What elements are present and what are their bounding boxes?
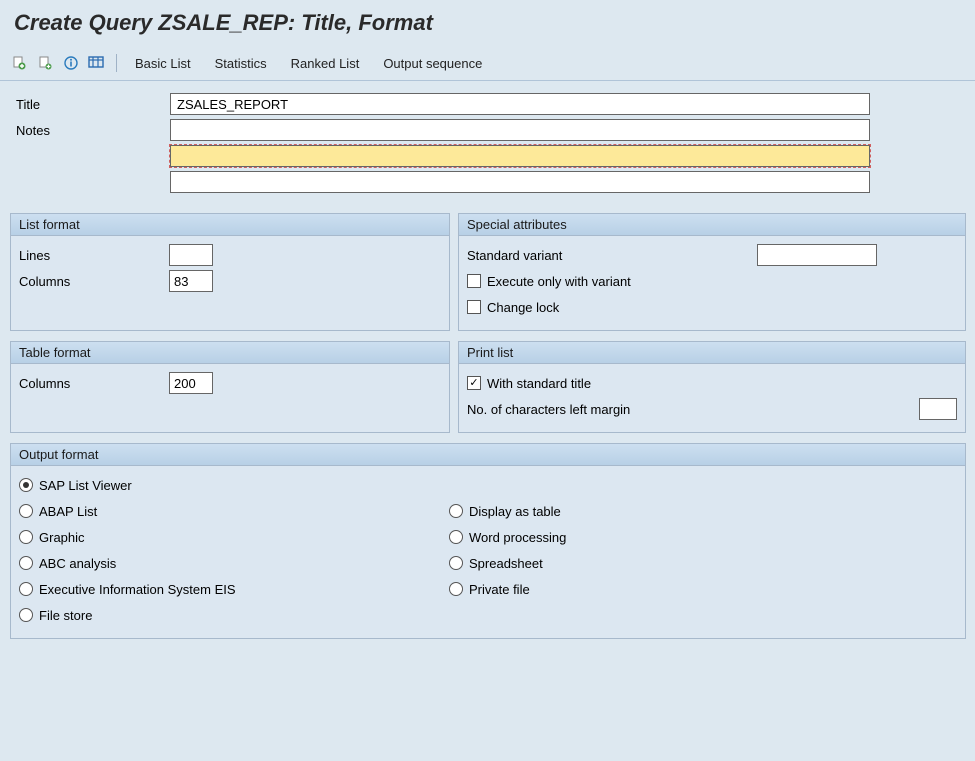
change-lock-checkbox[interactable] [467, 300, 481, 314]
tf-columns-label: Columns [19, 376, 169, 391]
output-label: Private file [469, 582, 530, 597]
panels-grid: List format Lines Columns Special attrib… [0, 213, 975, 639]
list-format-panel: List format Lines Columns [10, 213, 450, 331]
with-std-title-checkbox[interactable]: ✓ [467, 376, 481, 390]
toolbar: Basic List Statistics Ranked List Output… [0, 50, 975, 81]
notes-input-3[interactable] [170, 171, 870, 193]
basic-list-button[interactable]: Basic List [125, 54, 201, 73]
output-radio-word[interactable] [449, 530, 463, 544]
statistics-button[interactable]: Statistics [205, 54, 277, 73]
print-list-panel: Print list ✓ With standard title No. of … [458, 341, 966, 433]
lf-columns-label: Columns [19, 274, 169, 289]
output-label: Spreadsheet [469, 556, 543, 571]
output-label: ABAP List [39, 504, 97, 519]
left-margin-input[interactable] [919, 398, 957, 420]
table-format-panel: Table format Columns [10, 341, 450, 433]
list-format-header: List format [11, 214, 449, 236]
output-radio-spreadsheet[interactable] [449, 556, 463, 570]
output-radio-eis[interactable] [19, 582, 33, 596]
output-format-panel: Output format SAP List Viewer ABAP List … [10, 443, 966, 639]
output-radio-private-file[interactable] [449, 582, 463, 596]
lines-label: Lines [19, 248, 169, 263]
output-radio-file-store[interactable] [19, 608, 33, 622]
print-list-header: Print list [459, 342, 965, 364]
std-variant-label: Standard variant [467, 248, 757, 263]
output-label: ABC analysis [39, 556, 116, 571]
lf-columns-input[interactable] [169, 270, 213, 292]
left-margin-label: No. of characters left margin [467, 402, 757, 417]
output-label: Graphic [39, 530, 85, 545]
form-area: Title Notes [0, 81, 975, 213]
notes-label: Notes [10, 123, 170, 138]
output-label: Executive Information System EIS [39, 582, 236, 597]
notes-input-2[interactable] [170, 145, 870, 167]
output-radio-sap-list-viewer[interactable] [19, 478, 33, 492]
notes-input-1[interactable] [170, 119, 870, 141]
info-icon[interactable] [60, 52, 82, 74]
output-label: Display as table [469, 504, 561, 519]
special-attributes-panel: Special attributes Standard variant Exec… [458, 213, 966, 331]
create-doc-icon[interactable] [34, 52, 56, 74]
output-radio-abap-list[interactable] [19, 504, 33, 518]
output-radio-abc[interactable] [19, 556, 33, 570]
page-title: Create Query ZSALE_REP: Title, Format [0, 0, 975, 50]
special-attributes-header: Special attributes [459, 214, 965, 236]
create-icon[interactable] [8, 52, 30, 74]
ranked-list-button[interactable]: Ranked List [281, 54, 370, 73]
output-label: File store [39, 608, 92, 623]
output-sequence-button[interactable]: Output sequence [373, 54, 492, 73]
exec-only-label: Execute only with variant [487, 274, 631, 289]
layout-icon[interactable] [86, 52, 108, 74]
change-lock-label: Change lock [487, 300, 559, 315]
title-label: Title [10, 97, 170, 112]
with-std-title-label: With standard title [487, 376, 591, 391]
title-input[interactable] [170, 93, 870, 115]
output-label: SAP List Viewer [39, 478, 132, 493]
std-variant-input[interactable] [757, 244, 877, 266]
lines-input[interactable] [169, 244, 213, 266]
tf-columns-input[interactable] [169, 372, 213, 394]
output-label: Word processing [469, 530, 566, 545]
exec-only-checkbox[interactable] [467, 274, 481, 288]
separator [116, 54, 117, 72]
output-radio-graphic[interactable] [19, 530, 33, 544]
table-format-header: Table format [11, 342, 449, 364]
output-radio-display-table[interactable] [449, 504, 463, 518]
output-format-header: Output format [11, 444, 965, 466]
